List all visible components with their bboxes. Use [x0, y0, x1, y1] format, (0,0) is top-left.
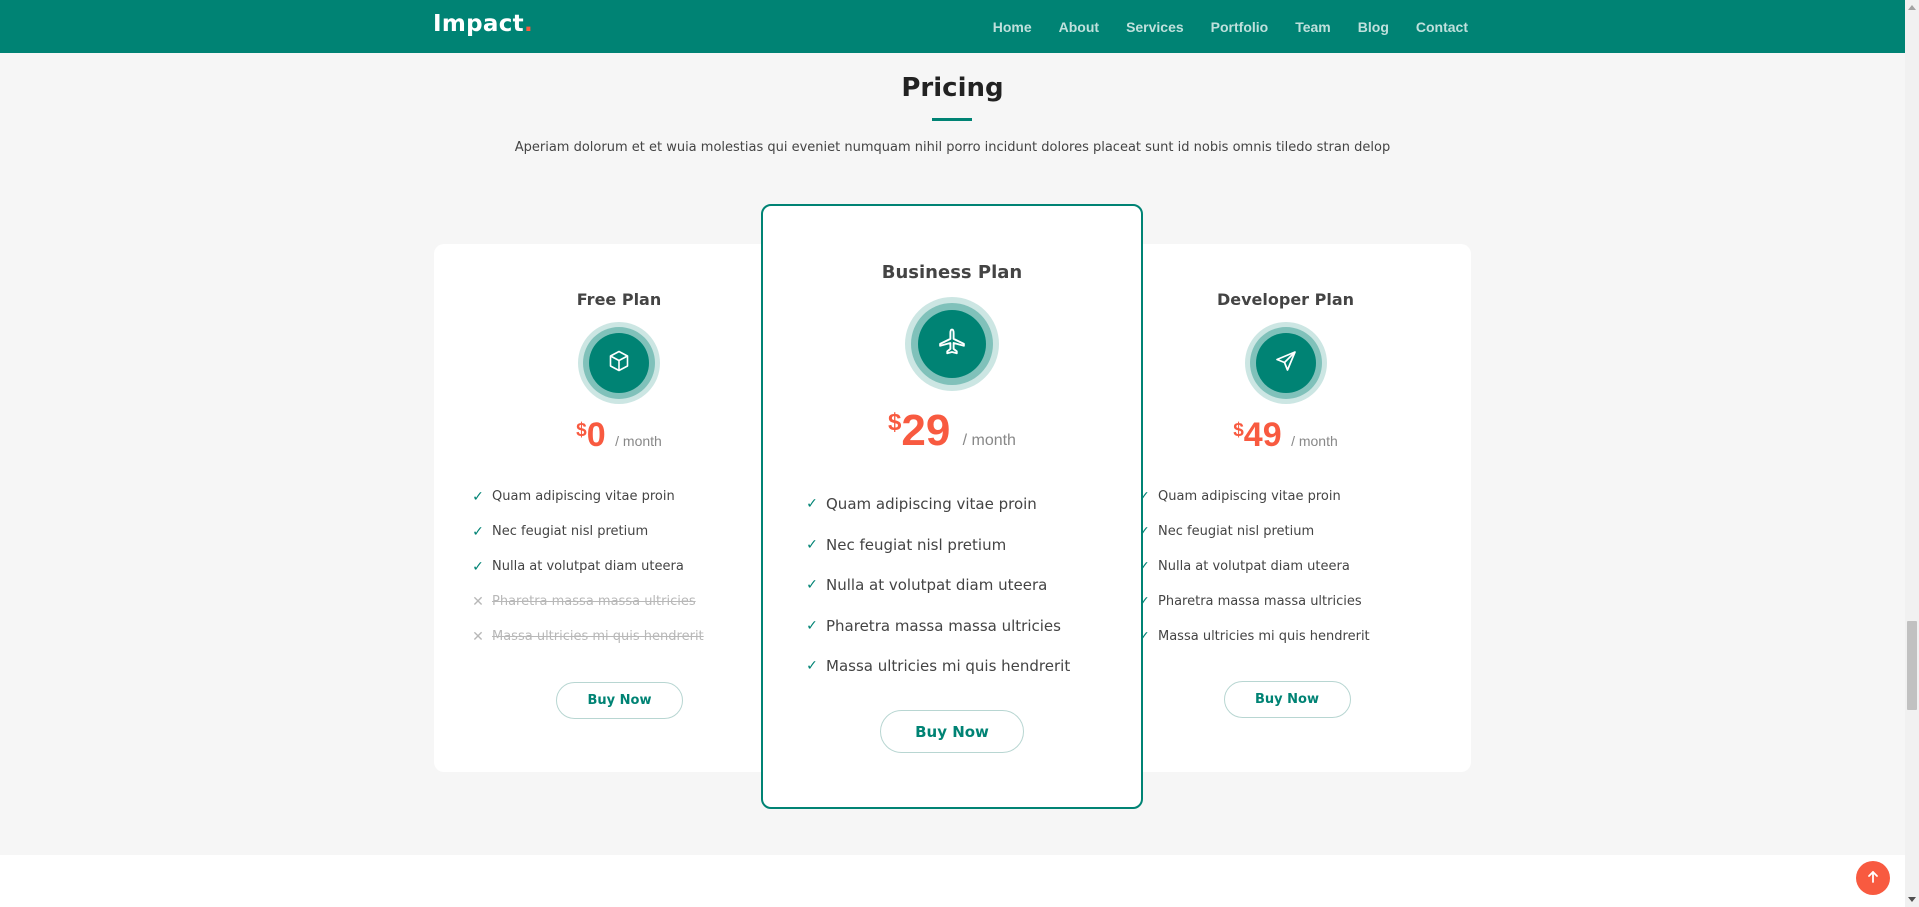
arrow-up-icon	[1866, 869, 1880, 888]
feature-list: ✓ Quam adipiscing vitae proin ✓ Nec feugia…	[470, 479, 704, 654]
title-underline	[932, 118, 972, 121]
check-icon: ✓	[806, 577, 818, 594]
feature-item-unavailable: ✕ Massa ultricies mi quis hendrerit	[470, 619, 704, 654]
plan-icon-badge	[905, 297, 999, 391]
feature-item: ✓ Pharetra massa massa ultricies	[804, 606, 1070, 647]
section-subtitle: Aperiam dolorum et et wuia molestias qui…	[514, 140, 1391, 155]
feature-item: ✓ Massa ultricies mi quis hendrerit	[1136, 619, 1370, 654]
send-icon	[1274, 349, 1298, 377]
plan-name: Developer Plan	[1216, 290, 1355, 309]
next-section	[0, 855, 1905, 907]
pricing-card-free: Free Plan $0 / month ✓ Quam adipiscing vi…	[434, 244, 804, 772]
check-icon: ✓	[472, 558, 484, 575]
plan-price: $49 / month	[1233, 416, 1338, 454]
check-icon: ✓	[472, 488, 484, 505]
nav-blog[interactable]: Blog	[1358, 19, 1389, 35]
feature-list: ✓ Quam adipiscing vitae proin ✓ Nec feugia…	[1136, 479, 1370, 654]
pricing-card-developer: Developer Plan $49 / month ✓ Quam adipisc…	[1100, 244, 1471, 772]
nav-contact[interactable]: Contact	[1416, 19, 1468, 35]
feature-item: ✓ Nec feugiat nisl pretium	[1136, 514, 1370, 549]
airplane-icon	[937, 327, 967, 361]
x-icon: ✕	[472, 593, 484, 610]
scroll-up-arrow-icon[interactable]	[1908, 5, 1916, 10]
plan-icon-badge	[578, 322, 660, 404]
logo[interactable]: Impact.	[433, 11, 533, 37]
box-icon	[607, 349, 631, 377]
feature-item: ✓ Pharetra massa massa ultricies	[1136, 584, 1370, 619]
feature-item: ✓ Quam adipiscing vitae proin	[1136, 479, 1370, 514]
feature-item: ✓ Nec feugiat nisl pretium	[804, 525, 1070, 566]
plan-name: Business Plan	[881, 262, 1023, 283]
buy-now-button[interactable]: Buy Now	[1223, 681, 1351, 718]
scroll-down-arrow-icon[interactable]	[1908, 897, 1916, 902]
plan-name: Free Plan	[576, 290, 662, 309]
back-to-top-button[interactable]	[1856, 861, 1890, 895]
feature-item: ✓ Nulla at volutpat diam uteera	[470, 549, 704, 584]
feature-list: ✓ Quam adipiscing vitae proin ✓ Nec feugia…	[804, 484, 1070, 687]
feature-item: ✓ Quam adipiscing vitae proin	[804, 484, 1070, 525]
site-header: Impact. Home About Services Portfolio Te…	[0, 0, 1905, 53]
x-icon: ✕	[472, 628, 484, 645]
scrollbar-thumb[interactable]	[1907, 621, 1917, 710]
buy-now-button[interactable]: Buy Now	[556, 682, 683, 719]
plan-price: $29 / month	[888, 406, 1016, 455]
check-icon: ✓	[806, 536, 818, 553]
nav-services[interactable]: Services	[1126, 19, 1184, 35]
nav-about[interactable]: About	[1059, 19, 1099, 35]
feature-item: ✓ Massa ultricies mi quis hendrerit	[804, 646, 1070, 687]
feature-item: ✓ Quam adipiscing vitae proin	[470, 479, 704, 514]
feature-item-unavailable: ✕ Pharetra massa massa ultricies	[470, 584, 704, 619]
plan-price: $0 / month	[576, 416, 662, 454]
check-icon: ✓	[806, 617, 818, 634]
check-icon: ✓	[472, 523, 484, 540]
check-icon: ✓	[806, 496, 818, 513]
feature-item: ✓ Nec feugiat nisl pretium	[470, 514, 704, 549]
pricing-card-business: Business Plan $29 / month ✓ Quam adipisci…	[761, 204, 1143, 809]
section-title: Pricing	[901, 73, 1004, 103]
feature-item: ✓ Nulla at volutpat diam uteera	[804, 565, 1070, 606]
nav-portfolio[interactable]: Portfolio	[1211, 19, 1269, 35]
plan-icon-badge	[1244, 322, 1327, 404]
buy-now-button[interactable]: Buy Now	[880, 710, 1024, 753]
nav-home[interactable]: Home	[993, 19, 1032, 35]
feature-item: ✓ Nulla at volutpat diam uteera	[1136, 549, 1370, 584]
main-nav: Home About Services Portfolio Team Blog …	[993, 0, 1468, 53]
check-icon: ✓	[806, 658, 818, 675]
nav-team[interactable]: Team	[1295, 19, 1331, 35]
page-scrollbar[interactable]	[1905, 0, 1919, 907]
